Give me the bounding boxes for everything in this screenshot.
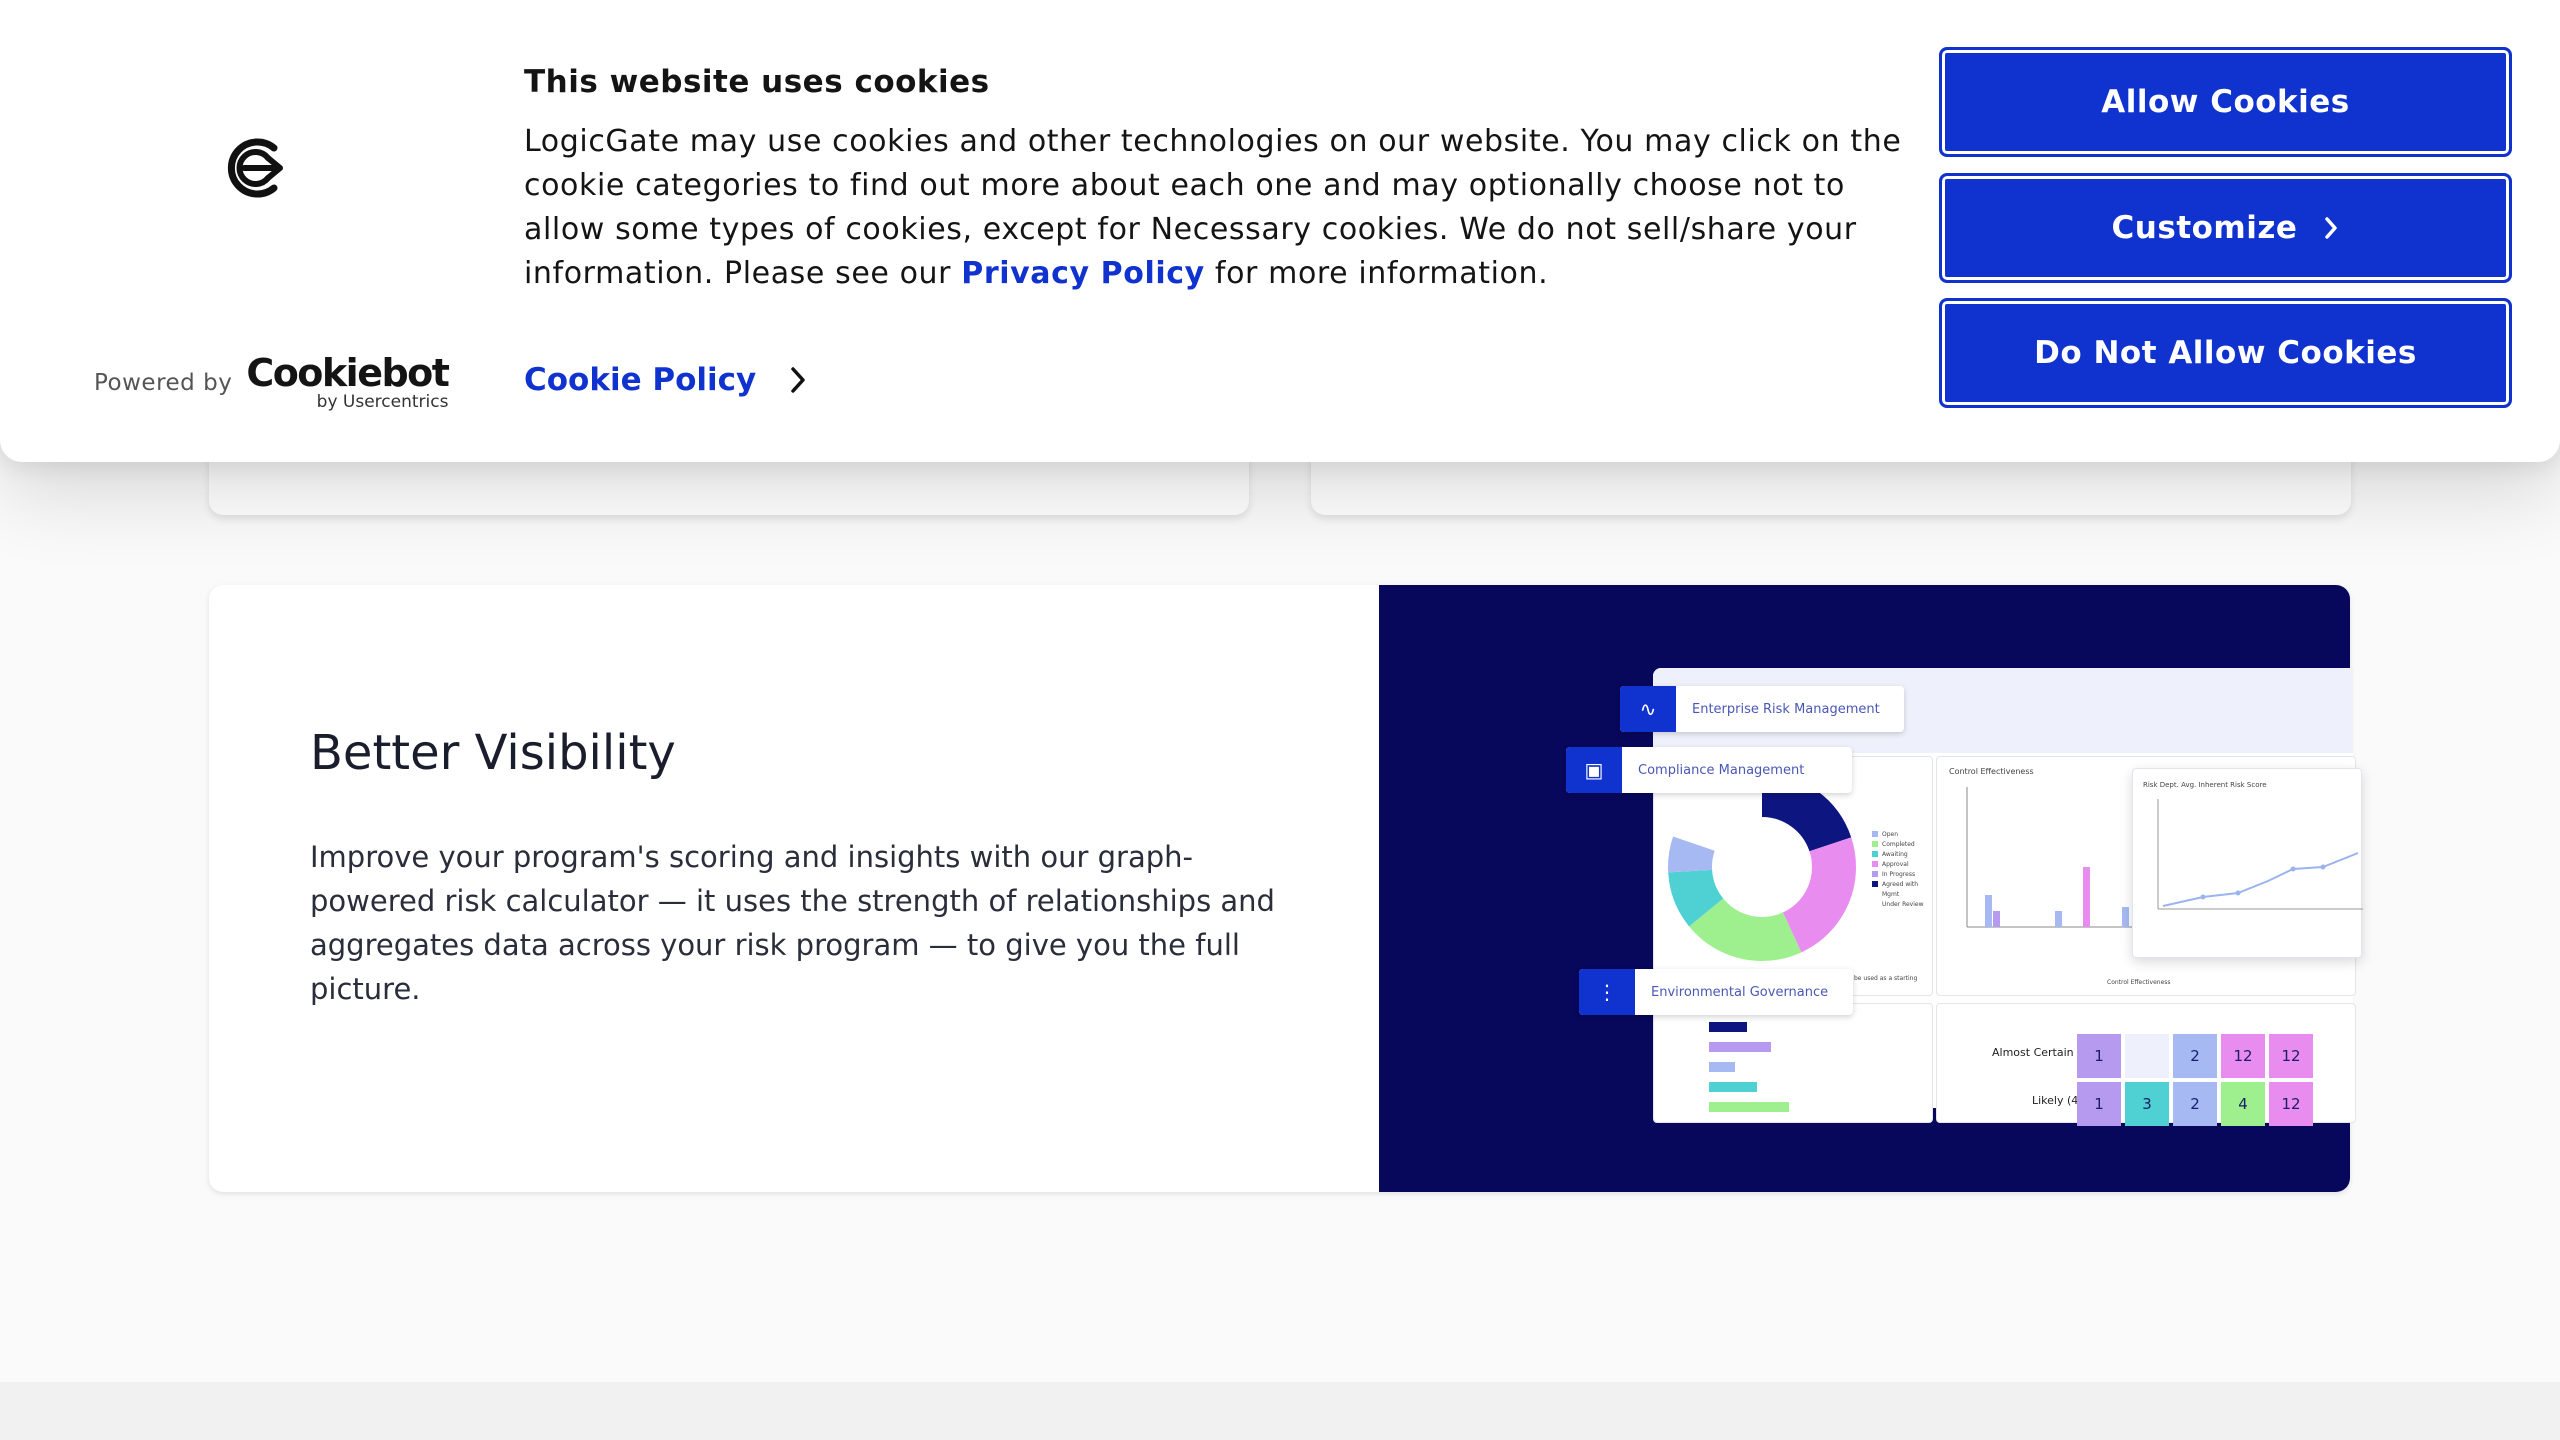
pill-label: Compliance Management: [1638, 762, 1805, 778]
heatmap-cell: 12: [2269, 1082, 2313, 1126]
powered-by-cookiebot[interactable]: Powered by Cookiebot by Usercentrics: [94, 351, 450, 412]
cookie-policy-label: Cookie Policy: [524, 362, 757, 398]
do-not-allow-label: Do Not Allow Cookies: [2034, 335, 2417, 371]
crop-icon: ▣: [1566, 747, 1622, 793]
legend-item: Under Review: [1882, 901, 1924, 908]
privacy-policy-link[interactable]: Privacy Policy: [961, 256, 1205, 291]
feature-description: Improve your program's scoring and insig…: [310, 840, 1275, 1006]
do-not-allow-cookies-button[interactable]: Do Not Allow Cookies: [1939, 298, 2512, 408]
heatmap-cell: 2: [2173, 1034, 2217, 1078]
bar-list-card: [1653, 1003, 1933, 1123]
cookie-policy-link[interactable]: Cookie Policy: [524, 362, 808, 398]
control-effectiveness-chart: [1966, 787, 2137, 928]
heatmap-cell: 2: [2173, 1082, 2217, 1126]
risk-score-line-chart: [2157, 799, 2363, 910]
powered-by-label: Powered by: [94, 369, 233, 396]
banner-title: This website uses cookies: [524, 64, 990, 100]
feature-title: Better Visibility: [310, 725, 676, 781]
heatmap-cell: 1: [2077, 1034, 2121, 1078]
legend-item: Open: [1882, 831, 1899, 838]
banner-text-part2: for more information.: [1204, 256, 1549, 291]
dashboard-mockup: Open Completed Awaiting Approval In Prog…: [1653, 668, 2363, 1126]
heatmap-row-label: Likely (4): [2032, 1094, 2083, 1107]
horizontal-bar-chart: [1709, 1022, 1789, 1112]
pill-compliance: ▣ Compliance Management: [1566, 747, 1852, 793]
customize-button[interactable]: Customize: [1939, 173, 2512, 283]
pill-label: Enterprise Risk Management: [1692, 701, 1880, 717]
donut-legend: Open Completed Awaiting Approval In Prog…: [1882, 830, 1932, 910]
chevron-right-icon: [2325, 217, 2338, 239]
legend-item: In Progress: [1882, 871, 1916, 878]
legend-item: Awaiting Approval: [1882, 851, 1909, 868]
pill-enterprise-risk: ∿ Enterprise Risk Management: [1620, 686, 1904, 732]
allow-cookies-button[interactable]: Allow Cookies: [1939, 47, 2512, 157]
legend-item: Agreed with Mgmt: [1882, 881, 1919, 898]
allow-cookies-label: Allow Cookies: [2101, 84, 2350, 120]
risk-heatmap-card: Almost Certain (5) Likely (4) 1 2 12 12 …: [1936, 1003, 2356, 1126]
logicgate-logo-icon: [222, 136, 292, 200]
heatmap-cell: 12: [2221, 1034, 2265, 1078]
pill-environmental: ⋮ Environmental Governance: [1579, 969, 1853, 1015]
footer-band: [0, 1382, 2560, 1440]
cookiebot-logo: Cookiebot by Usercentrics: [246, 351, 450, 412]
more-vertical-icon: ⋮: [1579, 969, 1635, 1015]
heatmap-cell: 12: [2269, 1034, 2313, 1078]
cookie-consent-banner: Powered by Cookiebot by Usercentrics Thi…: [0, 0, 2560, 462]
chevron-right-icon: [791, 367, 806, 393]
heatmap-cell: 1: [2077, 1082, 2121, 1126]
heatmap-cell: [2125, 1034, 2169, 1078]
cookiebot-brand-sub: by Usercentrics: [316, 392, 449, 412]
chart-caption: Control Effectiveness: [2107, 979, 2171, 986]
banner-description: LogicGate may use cookies and other tech…: [524, 120, 1904, 296]
risk-score-card: Risk Dept. Avg. Inherent Risk Score: [2132, 768, 2363, 958]
chart-note: be used as a starting: [1854, 975, 1918, 982]
customize-label: Customize: [2111, 210, 2298, 246]
chart-title: Control Effectiveness: [1949, 767, 2034, 776]
pill-label: Environmental Governance: [1651, 984, 1829, 1000]
chart-title: Risk Dept. Avg. Inherent Risk Score: [2143, 781, 2267, 789]
workflow-icon: ∿: [1620, 686, 1676, 732]
cookiebot-brand-name: Cookiebot: [246, 351, 450, 395]
heatmap-cell: 3: [2125, 1082, 2169, 1126]
heatmap-cell: 4: [2221, 1082, 2265, 1126]
legend-item: Completed: [1882, 841, 1915, 848]
